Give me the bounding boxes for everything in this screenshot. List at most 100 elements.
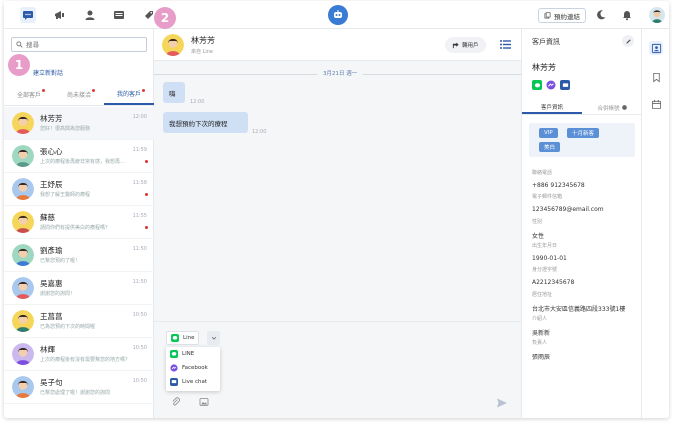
chat-header: 林芳芳 來自 Line 轉用戶 [154, 29, 521, 61]
user-icon[interactable] [82, 7, 98, 23]
line-icon [532, 80, 542, 90]
conversation-list: 林芳芳您好！很高興為您服務 12:00 張心心上次的療程後再疲非常有感，我想再… 11… [4, 107, 154, 404]
field-label: 介紹人 [532, 315, 548, 322]
field-label: 聯絡電話 [532, 170, 553, 176]
message-time: 12:00 [132, 114, 147, 120]
last-message: 我想了解王醫師的療程 [40, 192, 91, 198]
contact-name: 王菖菖 [40, 312, 63, 321]
megaphone-icon[interactable] [52, 7, 68, 23]
new-chat-link[interactable]: 建立新對話 [33, 68, 63, 77]
booking-link-label: 預約連結 [554, 12, 580, 21]
field-label: 居住地址 [532, 291, 553, 298]
tag-box: VIP 十月新客 美白 [529, 123, 635, 157]
tab-label: 全部客戶 [16, 92, 41, 99]
unread-dot [145, 160, 148, 163]
message-composer: Line LINE Facebook Live chat [154, 321, 521, 418]
last-message: 上次的療程後有沒有需要幫您的地方嗎？ [40, 357, 131, 363]
channel-select[interactable]: Line [166, 331, 200, 345]
message-bubble: 嗨 [163, 82, 185, 103]
channel-option-line[interactable]: LINE [166, 347, 220, 361]
info-tabs: 客戶資訊 合併帳號 [522, 101, 642, 115]
copy-icon [544, 12, 551, 19]
billboard-icon[interactable] [111, 7, 127, 23]
tab-merged-accounts[interactable]: 合併帳號 [582, 101, 642, 114]
list-item[interactable]: 王菖菖 已為您預約下次的時間喔 10:50 [4, 305, 154, 338]
list-icon[interactable] [499, 38, 512, 51]
list-item[interactable]: 吳子句 已幫您處理了喔！謝謝您的詢問 10:50 [4, 371, 154, 404]
contact-name: 張心心 [40, 147, 63, 156]
field-label: 身分證字號 [532, 267, 558, 274]
messenger-icon [546, 80, 556, 90]
booking-link-button[interactable]: 預約連結 [538, 8, 586, 23]
search-box[interactable] [11, 37, 147, 52]
avatar [12, 310, 34, 332]
field-value: +886 912345678 [532, 182, 585, 189]
moon-icon[interactable] [593, 7, 609, 23]
search-input[interactable] [26, 40, 136, 49]
calendar-icon[interactable] [649, 97, 663, 111]
tab-label: 尚未接洽 [66, 92, 91, 99]
unread-dot [145, 226, 148, 229]
list-item[interactable]: 吳嘉惠 謝謝您的詢問！ 11:50 [4, 272, 154, 305]
field-value: 張雨辰 [532, 354, 551, 362]
avatar [12, 112, 34, 134]
contact-card-icon[interactable] [649, 41, 663, 55]
tab-customer-info[interactable]: 客戶資訊 [522, 101, 582, 114]
list-item[interactable]: 林芳芳您好！很高興為您服務 12:00 [4, 107, 154, 140]
avatar[interactable] [649, 7, 665, 23]
tab-label: 客戶資訊 [540, 104, 563, 111]
send-icon[interactable] [496, 397, 508, 409]
field-label: 負責人 [532, 340, 548, 347]
live-chat-icon [170, 378, 178, 386]
tab-my-customers[interactable]: 我的客戶 [104, 84, 154, 105]
edit-icon[interactable] [622, 35, 634, 47]
bookmark-icon[interactable] [649, 70, 663, 84]
field-value: 吳新新 [532, 329, 551, 337]
customer-tag[interactable]: 美白 [539, 142, 561, 152]
tab-not-contacted[interactable]: 尚未接洽 [54, 84, 104, 105]
last-message: 您好！很高興為您服務 [40, 126, 91, 132]
customer-channels [532, 80, 570, 90]
avatar [12, 178, 34, 200]
message-time: 11:55 [132, 213, 147, 219]
channel-selected-label: Line [183, 335, 195, 341]
last-message: 已為您預約下次的時間喔 [40, 324, 96, 330]
channel-option-livechat[interactable]: Live chat [166, 375, 220, 389]
tab-all-customers[interactable]: 全部客戶 [4, 84, 54, 105]
chat-contact-name: 林芳芳 [191, 36, 215, 45]
search-icon [16, 41, 23, 48]
customer-tag[interactable]: VIP [539, 128, 558, 138]
message-text: 嗨 [169, 89, 176, 98]
date-label: 3月21日 週一 [317, 69, 364, 77]
chat-icon[interactable] [20, 7, 36, 23]
customer-tag[interactable]: 十月新客 [567, 128, 600, 138]
paperclip-icon[interactable] [171, 397, 181, 407]
transfer-button[interactable]: 轉用戶 [445, 37, 486, 53]
list-item[interactable]: 張心心上次的療程後再疲非常有感，我想再… 11:59 [4, 140, 154, 173]
last-message: 上次的療程後再疲非常有感，我想再… [40, 159, 126, 165]
channel-option-facebook[interactable]: Facebook [166, 361, 220, 375]
messenger-icon [170, 364, 178, 372]
bell-icon[interactable] [619, 7, 635, 23]
unread-dot [142, 89, 145, 92]
step-badge-2: 2 [154, 7, 176, 29]
field-value: 台北市大安區信義路四段333號1樓 [532, 305, 626, 313]
last-message: 已幫您預約了喔！ [40, 258, 81, 264]
list-item[interactable]: 林輝 上次的療程後有沒有需要幫您的地方嗎？ 10:50 [4, 338, 154, 371]
chevron-down-icon[interactable] [207, 331, 220, 345]
list-item[interactable]: 劉彥瑜 已幫您預約了喔！ 11:50 [4, 239, 154, 272]
brand-logo[interactable] [328, 5, 348, 25]
panel-title: 客戶資訊 [532, 38, 560, 46]
message-time: 11:59 [132, 147, 147, 153]
image-icon[interactable] [199, 397, 209, 407]
help-icon [621, 105, 627, 110]
field-label: 性別 [532, 218, 543, 225]
contact-name: 林芳芳 [40, 114, 63, 123]
contact-name: 吳子句 [40, 378, 63, 387]
list-item[interactable]: 王妤辰 我想了解王醫師的療程 11:58 [4, 173, 154, 206]
conversation-panel: 建立新對話 全部客戶 尚未接洽 我的客戶 林芳芳您好！很高興為您服務 12:00 張… [4, 29, 154, 418]
side-rail [641, 29, 669, 418]
list-item[interactable]: 蘇慈 請問你們有提供美白的療程嗎？ 11:55 [4, 206, 154, 239]
unread-dot [42, 89, 45, 92]
tab-label: 合併帳號 [597, 105, 620, 112]
